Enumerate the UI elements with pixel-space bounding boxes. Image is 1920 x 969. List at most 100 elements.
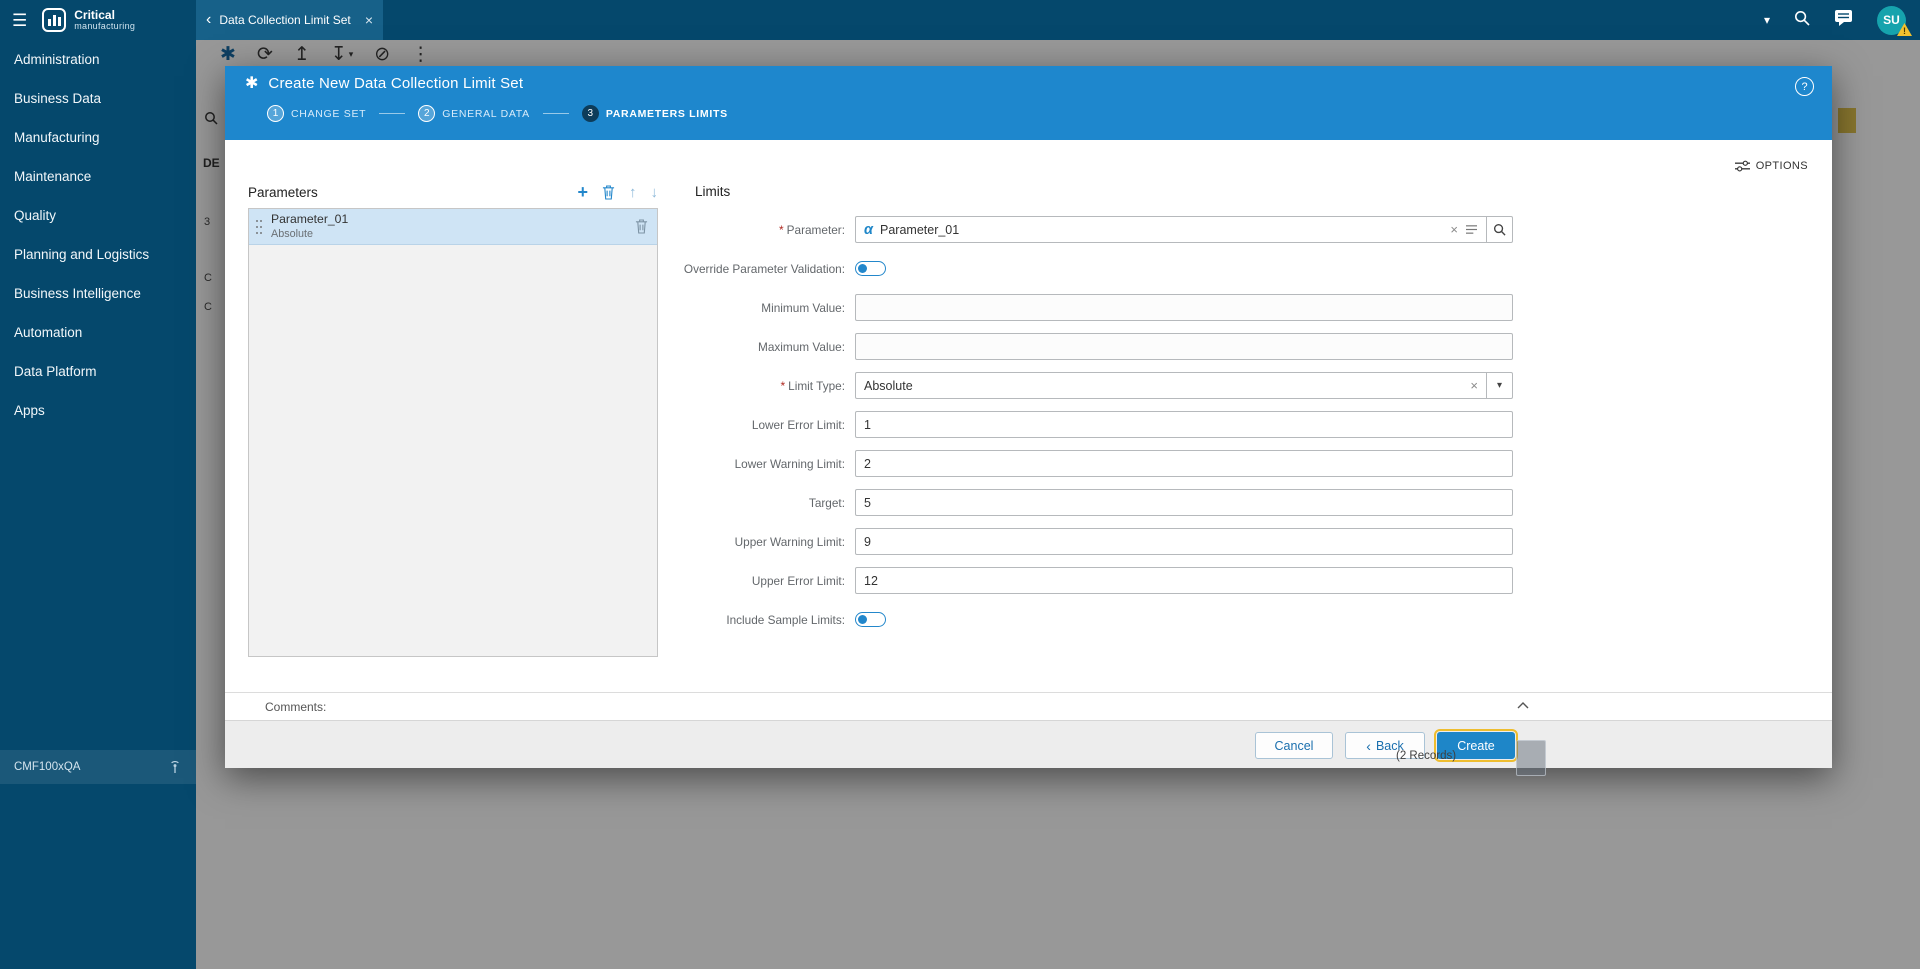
- tab-back-chevron-icon[interactable]: ‹: [206, 12, 211, 28]
- parameter-row: * Parameter: α Parameter_01 ×: [605, 216, 1513, 243]
- parameter-list-item[interactable]: Parameter_01 Absolute: [249, 209, 657, 245]
- global-search-icon[interactable]: [1794, 10, 1810, 31]
- override-parameter-validation-toggle[interactable]: [855, 261, 886, 276]
- cancel-button[interactable]: Cancel: [1255, 732, 1333, 759]
- step-general-data[interactable]: 2 GENERAL DATA: [418, 105, 530, 122]
- create-asterisk-icon: ✱: [245, 74, 259, 92]
- tab-close-icon[interactable]: ×: [365, 13, 373, 27]
- target-row: Target:: [605, 489, 1513, 516]
- wizard-body: OPTIONS Parameters + ↑ ↓ Parameter_01 Ab…: [225, 140, 1832, 692]
- step-label: PARAMETERS LIMITS: [605, 107, 728, 120]
- step-label: GENERAL DATA: [442, 107, 530, 120]
- options-button[interactable]: OPTIONS: [1734, 160, 1808, 172]
- sidebar-item-data-platform[interactable]: Data Platform: [0, 352, 196, 391]
- parameter-value: Parameter_01: [880, 222, 960, 237]
- required-marker: *: [780, 378, 786, 393]
- lower-error-limit-input[interactable]: [855, 411, 1513, 438]
- help-button[interactable]: ?: [1795, 77, 1814, 96]
- toggle-knob: [858, 264, 867, 273]
- sidebar-item-business-intelligence[interactable]: Business Intelligence: [0, 274, 196, 313]
- step-label: CHANGE SET: [291, 107, 367, 120]
- maximum-value-input[interactable]: [855, 333, 1513, 360]
- upper-warning-limit-label: Upper Warning Limit:: [734, 534, 845, 549]
- required-marker: *: [778, 222, 784, 237]
- comments-collapse-button[interactable]: [1517, 702, 1529, 709]
- environment-bar: CMF100xQA: [0, 750, 196, 784]
- limit-type-input[interactable]: Absolute ×: [855, 372, 1487, 399]
- comments-section: Comments:: [225, 692, 1832, 720]
- step-change-set[interactable]: 1 CHANGE SET: [267, 105, 366, 122]
- sidebar-item-automation[interactable]: Automation: [0, 313, 196, 352]
- minimum-value-input[interactable]: [855, 294, 1513, 321]
- messages-icon[interactable]: [1834, 9, 1853, 31]
- step-connector: [542, 113, 569, 114]
- workspace-dropdown-icon[interactable]: ▾: [1764, 13, 1770, 27]
- topbar-actions: ▾ SU !: [1764, 0, 1920, 40]
- chevron-up-icon: [1517, 702, 1529, 709]
- tab-data-collection-limit-set[interactable]: ‹ Data Collection Limit Set ×: [196, 0, 383, 40]
- include-sample-limits-row: Include Sample Limits:: [605, 606, 1513, 633]
- lower-warning-limit-row: Lower Warning Limit:: [605, 450, 1513, 477]
- lower-error-limit-label: Lower Error Limit:: [751, 417, 845, 432]
- user-avatar[interactable]: SU !: [1877, 5, 1912, 36]
- logo-text-line2: manufacturing: [74, 20, 136, 31]
- logo-text-line1: Critical: [74, 7, 115, 22]
- drag-handle-icon[interactable]: [255, 218, 263, 235]
- maximum-value-label: Maximum Value:: [758, 339, 845, 354]
- lower-warning-limit-label: Lower Warning Limit:: [734, 456, 845, 471]
- limits-title: Limits: [695, 184, 731, 199]
- help-icon: ?: [1801, 80, 1808, 93]
- upper-warning-limit-row: Upper Warning Limit:: [605, 528, 1513, 555]
- sidebar-item-business-data[interactable]: Business Data: [0, 79, 196, 118]
- limit-type-dropdown-button[interactable]: ▾: [1486, 372, 1513, 399]
- cursor-highlight-artifact: [1516, 740, 1546, 776]
- lower-warning-limit-input[interactable]: [855, 450, 1513, 477]
- sidebar-item-planning-and-logistics[interactable]: Planning and Logistics: [0, 235, 196, 274]
- application-window: ✱ ⟳ ↥ ↧ ▾ ⊘ ⋮ DE 3 C C ☰ Critical manufac…: [0, 0, 1920, 969]
- sidebar-item-maintenance[interactable]: Maintenance: [0, 157, 196, 196]
- minimum-value-label: Minimum Value:: [761, 300, 845, 315]
- toggle-knob: [858, 615, 867, 624]
- parameter-search-button[interactable]: [1486, 216, 1513, 243]
- wizard-title: Create New Data Collection Limit Set: [268, 75, 524, 92]
- target-input[interactable]: [855, 489, 1513, 516]
- parameter-input[interactable]: α Parameter_01 ×: [855, 216, 1487, 243]
- parameters-panel-title: Parameters: [248, 184, 318, 200]
- pick-list-icon[interactable]: [1465, 224, 1478, 235]
- environment-label: CMF100xQA: [14, 761, 81, 773]
- records-count: (2 Records): [1396, 750, 1457, 762]
- step-connector: [379, 113, 406, 114]
- upper-error-limit-input[interactable]: [855, 567, 1513, 594]
- add-parameter-icon[interactable]: +: [577, 183, 588, 201]
- wizard-footer: Cancel ‹ Back Create: [225, 720, 1832, 768]
- search-icon: [1493, 223, 1506, 236]
- sidebar: Administration Business Data Manufacturi…: [0, 40, 196, 969]
- connectivity-icon: [171, 760, 179, 773]
- comments-label: Comments:: [265, 699, 327, 714]
- sidebar-item-administration[interactable]: Administration: [0, 40, 196, 79]
- limit-type-value: Absolute: [864, 378, 913, 393]
- app-logo: Critical manufacturing: [42, 8, 135, 32]
- clear-icon[interactable]: ×: [1470, 379, 1478, 392]
- minimum-value-row: Minimum Value:: [605, 294, 1513, 321]
- step-number: 2: [418, 105, 436, 122]
- parameter-item-type: Absolute: [271, 228, 314, 241]
- limit-type-label: Limit Type:: [788, 378, 845, 393]
- wizard-header: ✱ Create New Data Collection Limit Set ?…: [225, 66, 1832, 140]
- upper-warning-limit-input[interactable]: [855, 528, 1513, 555]
- target-label: Target:: [808, 495, 845, 510]
- sidebar-item-apps[interactable]: Apps: [0, 391, 196, 430]
- options-sliders-icon: [1734, 160, 1750, 172]
- logo-mark-icon: [42, 8, 67, 32]
- sidebar-item-manufacturing[interactable]: Manufacturing: [0, 118, 196, 157]
- include-sample-limits-toggle[interactable]: [855, 612, 886, 627]
- step-parameters-limits[interactable]: 3 PARAMETERS LIMITS: [581, 105, 728, 122]
- maximum-value-row: Maximum Value:: [605, 333, 1513, 360]
- sidebar-item-quality[interactable]: Quality: [0, 196, 196, 235]
- step-number: 1: [267, 105, 284, 122]
- chevron-left-icon: ‹: [1366, 737, 1371, 754]
- tab-label: Data Collection Limit Set: [219, 13, 351, 27]
- upper-error-limit-label: Upper Error Limit:: [751, 573, 845, 588]
- hamburger-menu-icon[interactable]: ☰: [12, 12, 27, 29]
- clear-icon[interactable]: ×: [1450, 223, 1458, 236]
